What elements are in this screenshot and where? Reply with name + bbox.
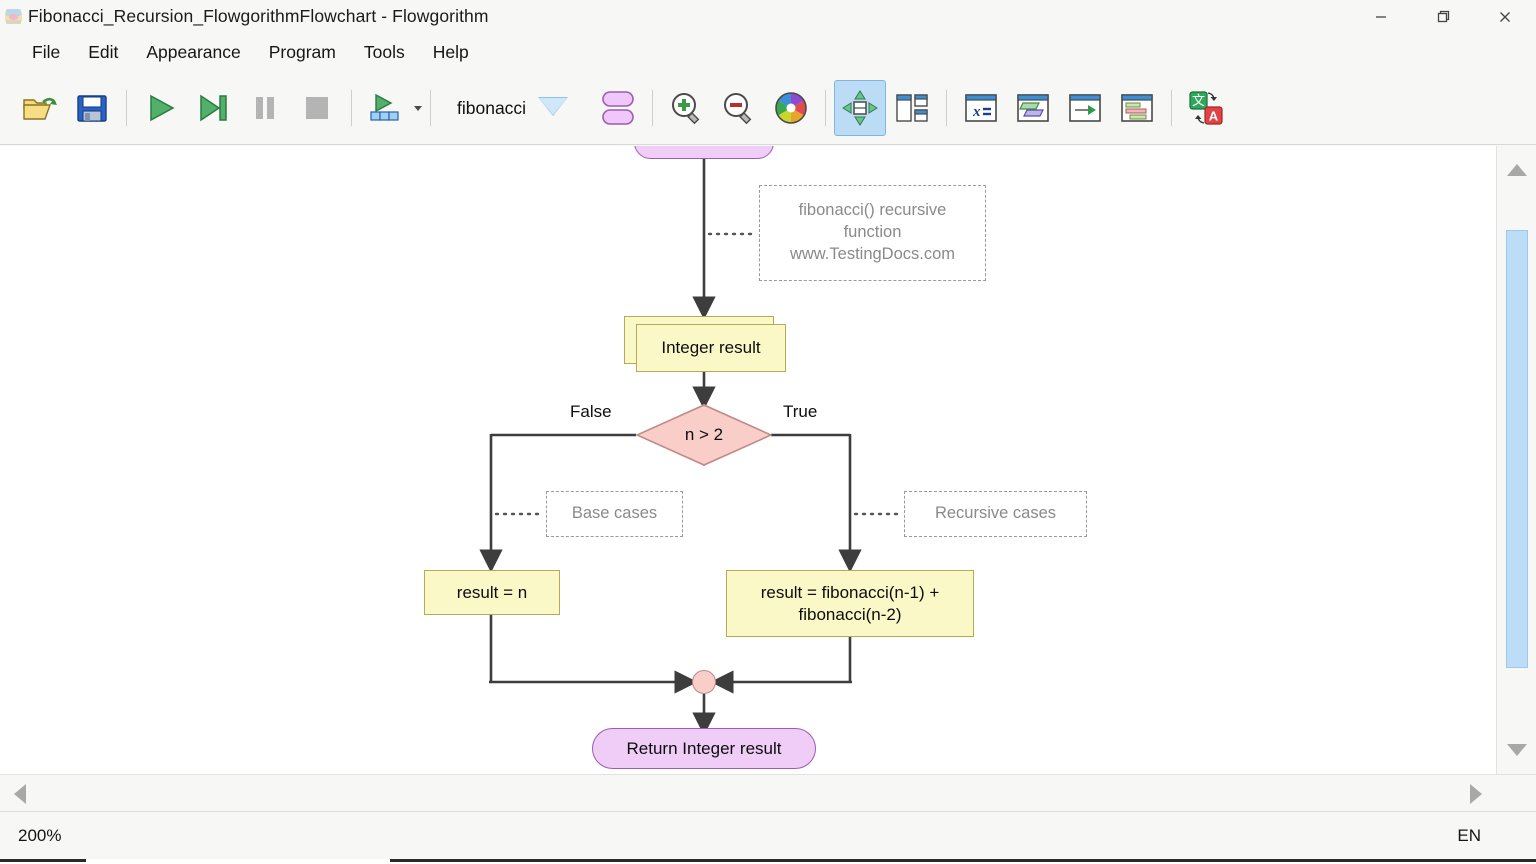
scroll-down-arrow-icon[interactable] — [1497, 730, 1536, 770]
step-button[interactable] — [187, 80, 239, 136]
branch-label-true: True — [783, 402, 818, 421]
vertical-scrollbar[interactable] — [1496, 146, 1536, 774]
translate-button[interactable]: 文 A — [1180, 80, 1232, 136]
decision-outline — [636, 404, 772, 466]
flow-node-assign-base[interactable]: result = n — [424, 570, 560, 615]
toolbar-separator — [825, 90, 827, 126]
horizontal-scrollbar[interactable] — [0, 774, 1536, 812]
open-button[interactable] — [14, 80, 66, 136]
menu-item-appearance[interactable]: Appearance — [132, 38, 254, 67]
console-window-button[interactable] — [1059, 80, 1111, 136]
flow-node-assign-recursive-label: result = fibonacci(n-1) + fibonacci(n-2) — [760, 582, 940, 624]
svg-text:文: 文 — [1192, 94, 1205, 109]
zoom-level-label: 200% — [18, 825, 62, 845]
flowgorithm-app-icon — [5, 8, 22, 25]
flow-node-assign-base-label: result = n — [456, 582, 528, 602]
bottom-strip — [0, 859, 1536, 864]
run-with-data-button[interactable] — [360, 80, 412, 136]
toolbar: fibonacci x 文 A — [0, 72, 1536, 145]
caret-down-icon[interactable] — [414, 105, 422, 111]
menu-bar: File Edit Appearance Program Tools Help — [0, 33, 1536, 72]
pause-button[interactable] — [239, 80, 291, 136]
language-indicator[interactable]: EN — [1457, 826, 1481, 846]
stop-button[interactable] — [291, 80, 343, 136]
flow-node-decision[interactable]: n > 2 — [636, 404, 772, 466]
maximize-restore-button[interactable] — [1412, 0, 1474, 33]
pan-tool-button[interactable] — [834, 80, 887, 136]
add-function-button[interactable] — [592, 80, 644, 136]
flow-node-declare[interactable]: Integer result — [624, 316, 786, 372]
save-button[interactable] — [66, 80, 118, 136]
annotation-recursive-cases: Recursive cases — [904, 491, 1087, 537]
color-wheel-button[interactable] — [765, 80, 817, 136]
svg-text:x: x — [972, 104, 981, 120]
source-code-window-button[interactable] — [1111, 80, 1163, 136]
close-button[interactable] — [1474, 0, 1536, 33]
scroll-up-arrow-icon[interactable] — [1497, 150, 1536, 190]
variables-window-button[interactable]: x — [955, 80, 1007, 136]
dropdown-triangle-icon[interactable] — [538, 97, 570, 119]
vertical-scrollbar-thumb[interactable] — [1506, 230, 1528, 668]
flow-node-merge-point[interactable] — [692, 670, 716, 694]
flow-node-declare-label: Integer result — [661, 338, 761, 358]
flow-node-assign-recursive[interactable]: result = fibonacci(n-1) + fibonacci(n-2) — [726, 570, 974, 637]
svg-text:A: A — [1209, 109, 1219, 124]
flow-node-top-terminal[interactable] — [634, 146, 774, 159]
io-window-button[interactable] — [1007, 80, 1059, 136]
flowchart-canvas[interactable]: fibonacci() recursive function www.Testi… — [0, 146, 1496, 774]
menu-item-tools[interactable]: Tools — [350, 38, 419, 67]
toolbar-separator — [652, 90, 654, 126]
window-controls — [1350, 0, 1536, 33]
run-button[interactable] — [135, 80, 187, 136]
menu-item-help[interactable]: Help — [419, 38, 483, 67]
flow-node-return-label: Return Integer result — [626, 738, 782, 758]
status-bar: 200% EN — [0, 812, 1536, 859]
zoom-in-button[interactable] — [661, 80, 713, 136]
scroll-left-arrow-icon[interactable] — [0, 775, 40, 812]
toolbar-separator — [1171, 90, 1173, 126]
zoom-out-button[interactable] — [713, 80, 765, 136]
title-bar: Fibonacci_Recursion_FlowgorithmFlowchart… — [0, 0, 1536, 33]
menu-item-edit[interactable]: Edit — [74, 38, 132, 67]
branch-label-false: False — [570, 402, 612, 421]
window-title: Fibonacci_Recursion_FlowgorithmFlowchart… — [28, 6, 489, 26]
toolbar-separator — [430, 90, 431, 126]
annotation-base-cases: Base cases — [546, 491, 683, 537]
minimize-button[interactable] — [1350, 0, 1412, 33]
menu-item-program[interactable]: Program — [255, 38, 350, 67]
toolbar-separator — [351, 90, 352, 126]
split-view-button[interactable] — [886, 80, 938, 136]
toolbar-separator — [946, 90, 948, 126]
flowgorithm-window: Fibonacci_Recursion_FlowgorithmFlowchart… — [0, 0, 1536, 864]
menu-item-file[interactable]: File — [18, 38, 74, 67]
annotation-main: fibonacci() recursive function www.Testi… — [759, 185, 986, 281]
toolbar-separator — [126, 90, 127, 126]
scroll-right-arrow-icon[interactable] — [1456, 775, 1496, 812]
flow-node-return[interactable]: Return Integer result — [592, 728, 816, 769]
function-name-label[interactable]: fibonacci — [457, 98, 526, 119]
